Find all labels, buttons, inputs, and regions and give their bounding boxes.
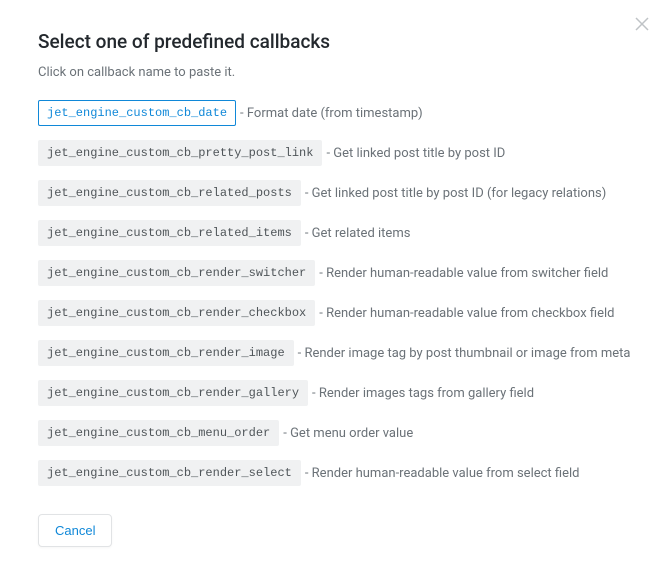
callback-row: jet_engine_custom_cb_render_checkbox - R…: [38, 300, 634, 326]
callback-name[interactable]: jet_engine_custom_cb_render_select: [38, 460, 301, 486]
callback-description: - Render human-readable value from switc…: [319, 266, 608, 281]
callback-name[interactable]: jet_engine_custom_cb_pretty_post_link: [38, 140, 322, 166]
modal-title: Select one of predefined callbacks: [38, 30, 634, 53]
callback-name[interactable]: jet_engine_custom_cb_render_image: [38, 340, 294, 366]
callback-description: - Format date (from timestamp): [240, 106, 423, 121]
callback-row: jet_engine_custom_cb_related_posts - Get…: [38, 180, 634, 206]
callback-row: jet_engine_custom_cb_render_switcher - R…: [38, 260, 634, 286]
callback-description: - Render images tags from gallery field: [312, 386, 534, 401]
callback-name[interactable]: jet_engine_custom_cb_date: [38, 100, 236, 126]
modal-subtitle: Click on callback name to paste it.: [38, 65, 634, 80]
cancel-button[interactable]: Cancel: [38, 514, 112, 547]
callback-row: jet_engine_custom_cb_date - Format date …: [38, 100, 634, 126]
callback-name[interactable]: jet_engine_custom_cb_render_checkbox: [38, 300, 315, 326]
callback-row: jet_engine_custom_cb_pretty_post_link - …: [38, 140, 634, 166]
modal-footer: Cancel: [38, 514, 634, 547]
callback-row: jet_engine_custom_cb_related_items - Get…: [38, 220, 634, 246]
callback-modal: Select one of predefined callbacks Click…: [0, 0, 672, 567]
callback-name[interactable]: jet_engine_custom_cb_related_posts: [38, 180, 301, 206]
callback-row: jet_engine_custom_cb_menu_order - Get me…: [38, 420, 634, 446]
callback-description: - Get related items: [305, 226, 411, 241]
callback-description: - Render human-readable value from check…: [319, 306, 614, 321]
callback-row: jet_engine_custom_cb_render_gallery - Re…: [38, 380, 634, 406]
callback-name[interactable]: jet_engine_custom_cb_render_switcher: [38, 260, 315, 286]
callback-description: - Render human-readable value from selec…: [305, 466, 580, 481]
callback-description: - Get menu order value: [283, 426, 413, 441]
callback-description: - Render image tag by post thumbnail or …: [298, 346, 631, 361]
callback-row: jet_engine_custom_cb_render_image - Rend…: [38, 340, 634, 366]
callback-name[interactable]: jet_engine_custom_cb_menu_order: [38, 420, 279, 446]
callback-row: jet_engine_custom_cb_render_select - Ren…: [38, 460, 634, 486]
callback-name[interactable]: jet_engine_custom_cb_related_items: [38, 220, 301, 246]
callback-list: jet_engine_custom_cb_date - Format date …: [38, 100, 634, 486]
close-button[interactable]: [630, 14, 654, 38]
callback-description: - Get linked post title by post ID (for …: [305, 186, 606, 201]
close-icon: [634, 16, 650, 36]
callback-name[interactable]: jet_engine_custom_cb_render_gallery: [38, 380, 308, 406]
callback-description: - Get linked post title by post ID: [326, 146, 505, 161]
